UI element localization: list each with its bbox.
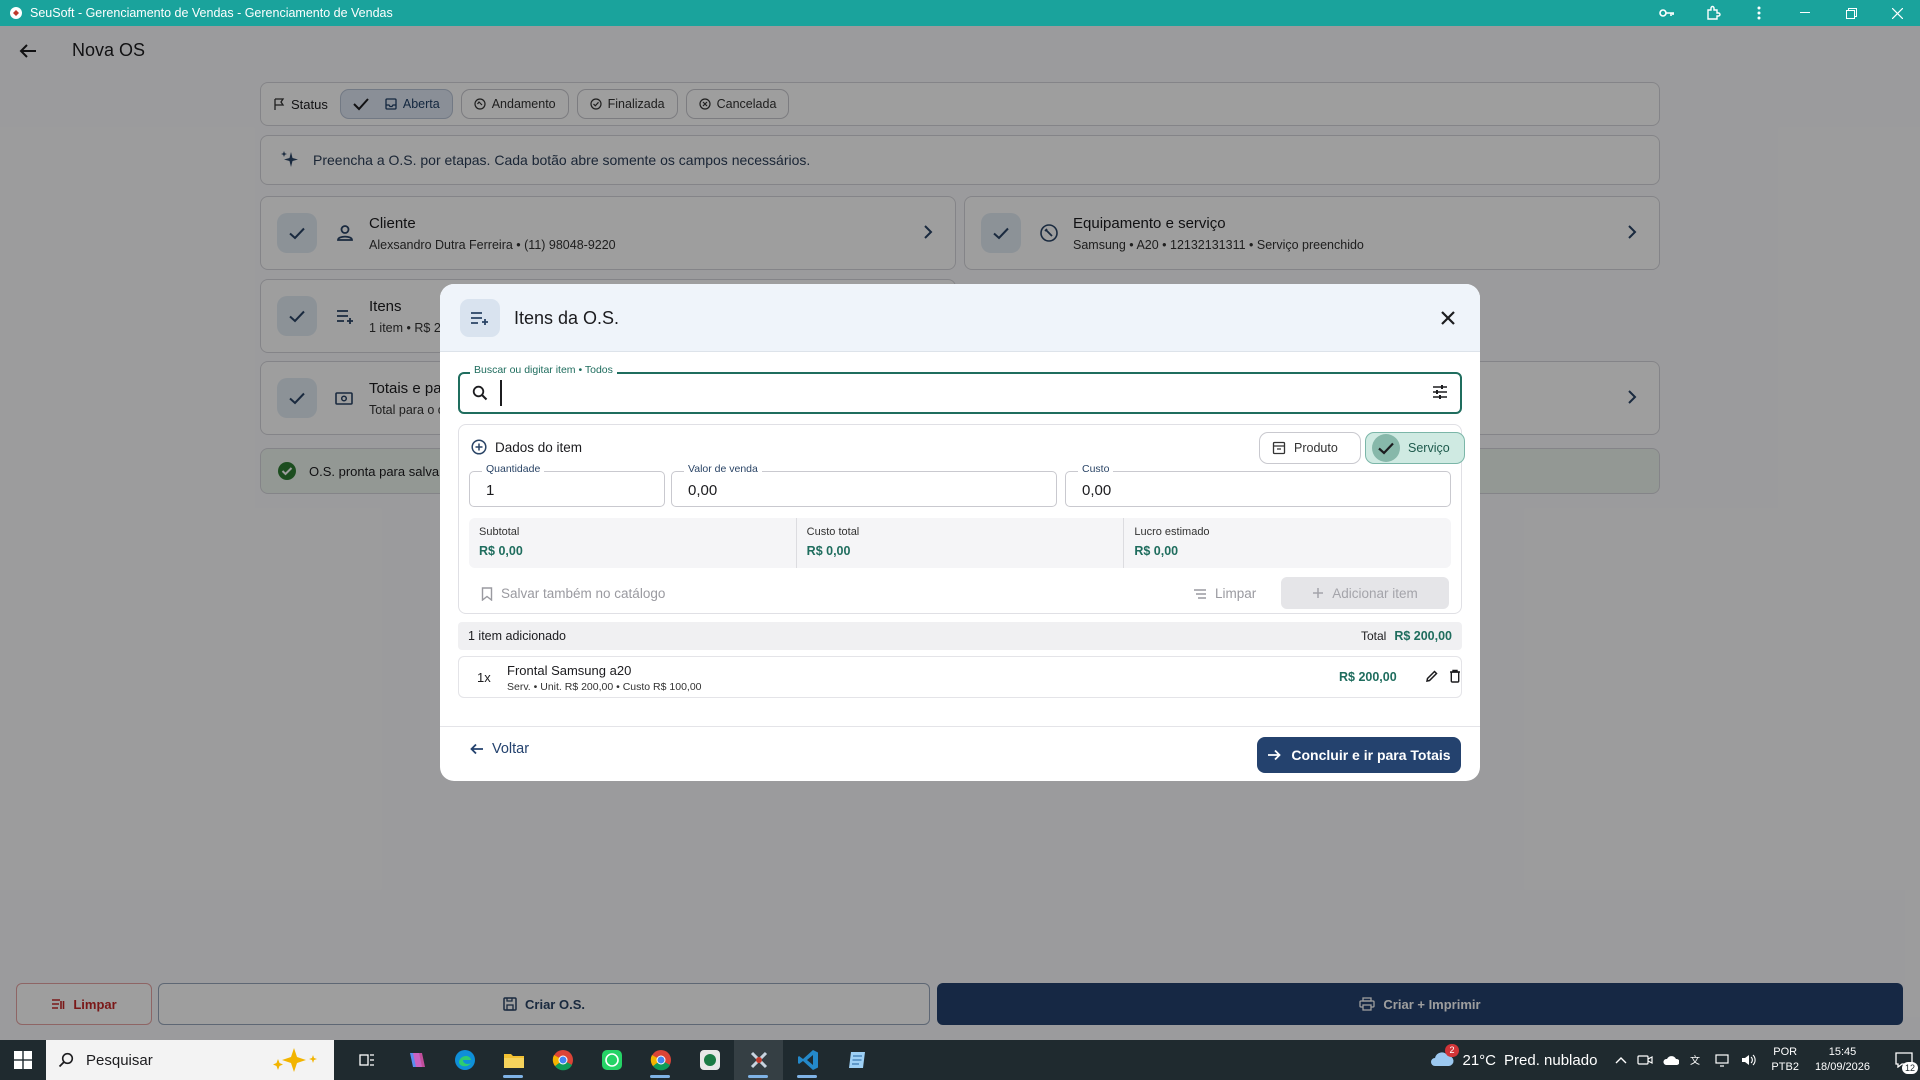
svg-text:文: 文 [1690,1054,1700,1067]
tune-icon [1433,385,1447,399]
notifications-icon[interactable]: 12 [1888,1040,1920,1080]
field-label: Valor de venda [684,463,762,475]
add-icon [1313,588,1324,598]
app-green-icon[interactable] [685,1040,734,1080]
whatsapp-icon[interactable] [587,1040,636,1080]
task-view-icon[interactable] [342,1040,391,1080]
edit-icon[interactable] [1425,669,1439,688]
file-explorer-icon[interactable] [489,1040,538,1080]
weather-temp: 21°C [1462,1051,1497,1069]
salvar-catalogo-toggle[interactable]: Salvar também no catálogo [481,586,665,601]
extensions-icon[interactable] [1690,0,1736,26]
custo-total-summary: Custo total R$ 0,00 [797,518,1125,568]
modal-title: Itens da O.S. [514,308,620,328]
limpar-item-button[interactable]: Limpar [1193,586,1256,601]
restore-icon[interactable] [1828,0,1874,26]
close-window-icon[interactable] [1874,0,1920,26]
list-item[interactable]: 1x Frontal Samsung a20 Serv. • Unit. R$ … [458,656,1462,698]
input-method-icon: 文 [1690,1054,1700,1067]
item-name: Frontal Samsung a20 [507,663,632,678]
search-icon [58,1052,74,1068]
dados-item-card: Dados do item Produto Serviço Quantidade… [458,424,1465,614]
item-price: R$ 200,00 [1339,670,1397,684]
volume-icon [1742,1054,1757,1066]
search-icon [472,385,488,401]
close-icon[interactable] [1436,306,1460,330]
total-label: Total [1360,629,1387,643]
meet-now-icon [1637,1055,1654,1065]
custo-field[interactable]: Custo 0,00 [1065,463,1451,507]
type-servico-button[interactable]: Serviço [1365,432,1465,464]
sparkle-decoration-icon [273,1048,317,1072]
app-icon [8,5,24,21]
lucro-summary: Lucro estimado R$ 0,00 [1134,526,1210,558]
dados-actions: Salvar também no catálogo Limpar Adicion… [459,577,1463,611]
valor-venda-value[interactable]: 0,00 [688,482,717,499]
search-label: Buscar ou digitar item • Todos [470,364,617,376]
windows-start-icon[interactable] [0,1040,46,1080]
onedrive-icon [1663,1056,1680,1065]
weather-badge: 2 [1445,1044,1459,1057]
item-summary: Subtotal R$ 0,00 Custo total R$ 0,00 Luc… [469,518,1451,568]
notepad-icon[interactable] [832,1040,881,1080]
item-qty: 1x [477,670,491,685]
system-tray: 2 21°C Pred. nublado 文 POR PTB2 15:45 18… [1429,1040,1920,1080]
arrow-back-icon [470,743,483,755]
search-input[interactable] [500,380,1400,406]
item-meta: Serv. • Unit. R$ 200,00 • Custo R$ 100,0… [507,681,702,693]
chrome-icon[interactable] [538,1040,587,1080]
subtotal-summary: Subtotal R$ 0,00 [469,518,797,568]
edge-icon[interactable] [440,1040,489,1080]
dados-title: Dados do item [471,439,582,455]
taskbar-search[interactable]: Pesquisar [46,1040,334,1080]
language-indicator[interactable]: POR PTB2 [1771,1045,1799,1075]
playlist-add-icon [460,299,500,337]
minimize-icon[interactable] [1782,0,1828,26]
taskbar-search-placeholder: Pesquisar [86,1051,153,1069]
modal-header: Itens da O.S. [440,284,1480,352]
adicionar-item-button[interactable]: Adicionar item [1281,577,1449,609]
field-label: Quantidade [482,463,545,475]
field-label: Custo [1078,463,1114,475]
modal-footer: Voltar Concluir e ir para Totais [440,726,1480,781]
custo-value[interactable]: 0,00 [1082,482,1111,499]
more-vert-icon[interactable] [1736,0,1782,26]
chrome-profile-icon[interactable] [636,1040,685,1080]
check-icon [1372,434,1400,462]
key-icon[interactable] [1644,0,1690,26]
network-icon [1715,1054,1730,1067]
windows-taskbar: Pesquisar 2 21°C Pred. nublado 文 POR PTB… [0,1040,1920,1080]
quantidade-field[interactable]: Quantidade 1 [469,463,665,507]
add-circle-icon [471,439,487,455]
inventory-icon [1272,441,1286,455]
quantidade-value[interactable]: 1 [486,482,494,499]
item-search-field[interactable]: Buscar ou digitar item • Todos [458,364,1462,414]
itens-modal: Itens da O.S. Buscar ou digitar item • T… [440,284,1480,781]
weather-widget[interactable]: 2 21°C Pred. nublado [1429,1044,1598,1070]
weather-desc: Pred. nublado [1504,1051,1598,1069]
type-produto-button[interactable]: Produto [1259,432,1361,464]
voltar-button[interactable]: Voltar [470,741,529,757]
arrow-forward-icon [1268,749,1282,761]
window-titlebar: SeuSoft - Gerenciamento de Vendas - Gere… [0,0,1920,26]
window-title: SeuSoft - Gerenciamento de Vendas - Gere… [30,6,393,20]
items-count: 1 item adicionado [468,629,566,643]
clear-icon [1194,588,1206,599]
items-list-header: 1 item adicionado Total R$ 200,00 [458,622,1462,650]
vscode-icon[interactable] [783,1040,832,1080]
seusoft-app-icon[interactable] [734,1040,783,1080]
tray-icons: 文 [1615,1053,1757,1067]
bookmark-icon [481,586,493,601]
chevron-up-icon [1615,1057,1627,1064]
valor-venda-field[interactable]: Valor de venda 0,00 [671,463,1057,507]
notification-count: 12 [1901,1062,1918,1074]
copilot-icon[interactable] [391,1040,440,1080]
concluir-button[interactable]: Concluir e ir para Totais [1257,737,1461,773]
total-value: R$ 200,00 [1394,629,1452,643]
delete-icon[interactable] [1449,669,1461,688]
clock[interactable]: 15:45 18/09/2026 [1815,1045,1870,1075]
